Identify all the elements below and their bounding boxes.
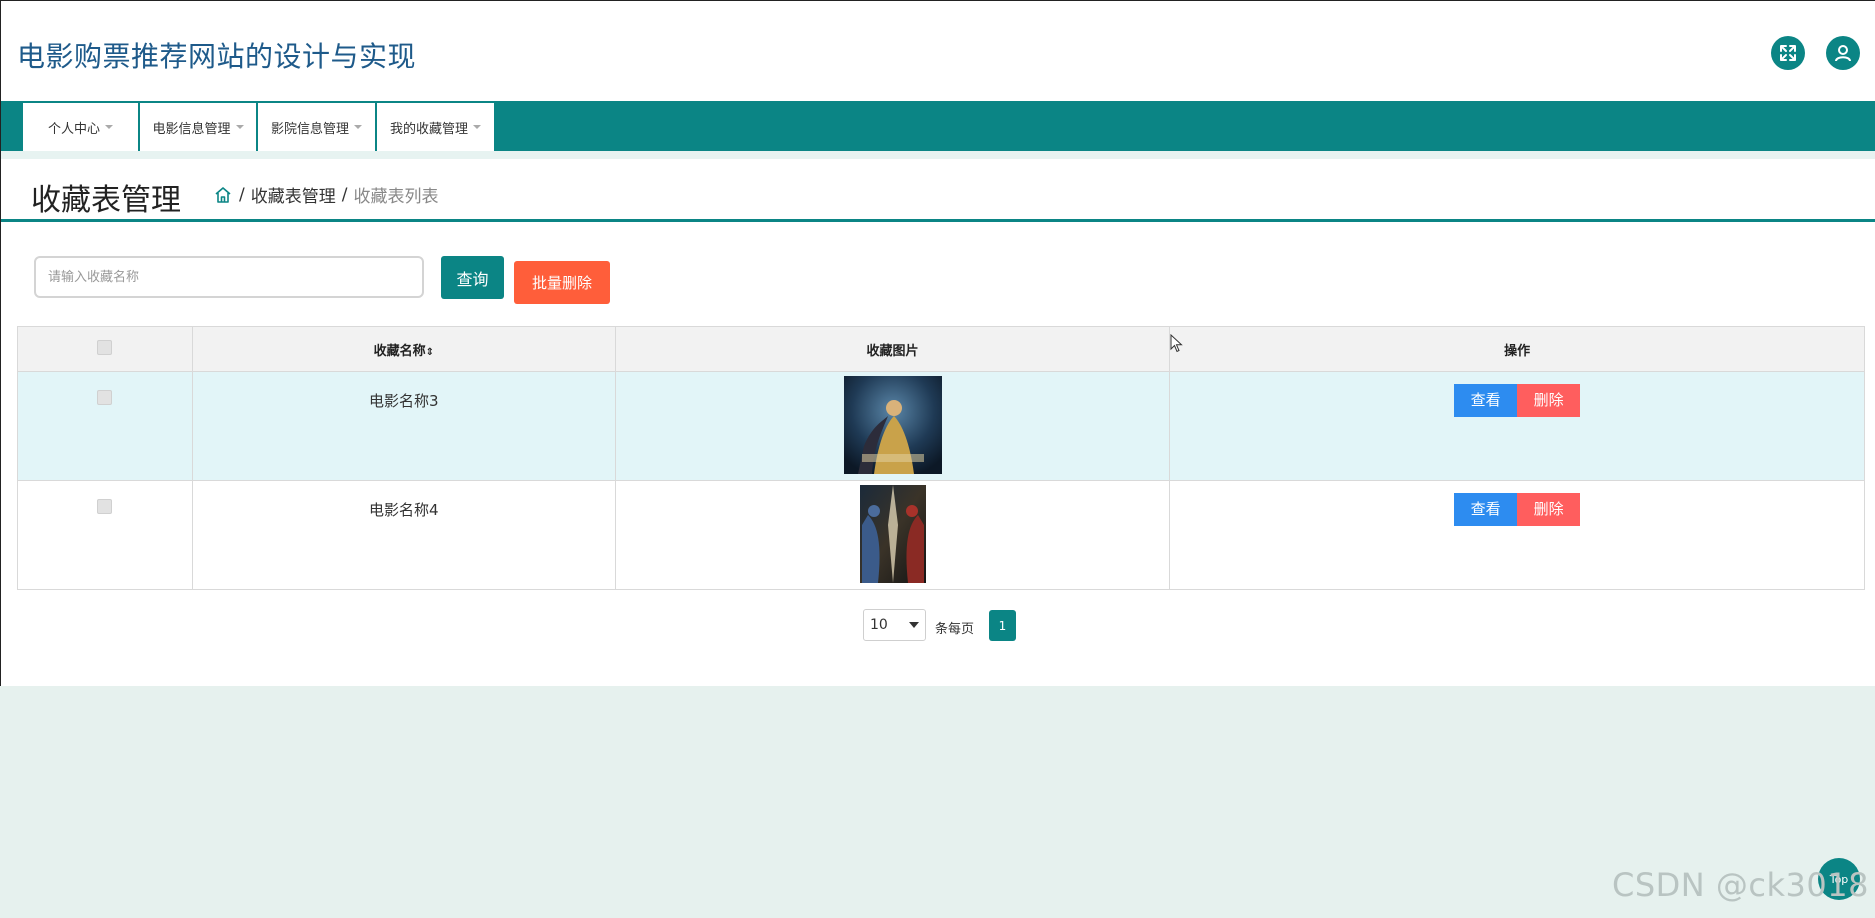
- title-divider: [1, 219, 1875, 222]
- per-page-label: 条每页: [935, 622, 975, 637]
- delete-button[interactable]: 删除: [1517, 493, 1581, 526]
- nav-item-movie-info[interactable]: 电影信息管理: [140, 103, 257, 151]
- batch-delete-button[interactable]: 批量删除: [514, 261, 610, 304]
- page-title: 收藏表管理: [31, 183, 181, 218]
- caret-down-icon: [354, 125, 362, 129]
- page-size-value: 10: [870, 617, 888, 633]
- select-all-header: [17, 326, 193, 372]
- favorites-table: 收藏名称⇕ 收藏图片 操作 电影名称3 查看 删除 电影名称4 查看 删除: [17, 326, 1865, 590]
- actions-cell: 查看 删除: [1169, 480, 1865, 590]
- movie-poster-image: [843, 376, 942, 474]
- header: 电影购票推荐网站的设计与实现: [1, 1, 1875, 101]
- actions-cell: 查看 删除: [1169, 371, 1865, 481]
- fullscreen-icon: [1780, 45, 1796, 61]
- favorite-image-cell: [614, 480, 1171, 590]
- favorite-image-cell: [614, 371, 1171, 481]
- row-checkbox[interactable]: [97, 499, 113, 514]
- watermark: CSDN @ck3018: [1612, 866, 1869, 904]
- nav-divider: [1, 151, 1875, 159]
- row-checkbox-cell: [17, 371, 193, 481]
- sort-icon[interactable]: ⇕: [426, 347, 434, 358]
- breadcrumb-separator: /: [239, 184, 245, 205]
- nav-item-label: 影院信息管理: [270, 121, 349, 137]
- column-header-actions: 操作: [1169, 326, 1865, 372]
- favorite-name: 电影名称3: [191, 371, 616, 481]
- breadcrumb-current: 收藏表列表: [353, 187, 439, 207]
- row-checkbox-cell: [17, 480, 193, 590]
- nav-item-label: 电影信息管理: [152, 121, 231, 137]
- delete-button[interactable]: 删除: [1517, 384, 1581, 417]
- fullscreen-button[interactable]: [1771, 36, 1805, 70]
- search-input[interactable]: [34, 256, 424, 298]
- favorite-name: 电影名称4: [191, 480, 616, 590]
- caret-down-icon: [235, 125, 244, 129]
- home-icon[interactable]: [213, 185, 233, 205]
- nav-item-cinema-info[interactable]: 影院信息管理: [258, 103, 376, 151]
- table-row: 电影名称3 查看 删除: [17, 371, 1865, 481]
- nav-item-personal-center[interactable]: 个人中心: [23, 103, 139, 151]
- chevron-down-icon: [909, 622, 919, 628]
- movie-poster-image: [859, 485, 926, 583]
- user-icon: [1835, 45, 1851, 62]
- breadcrumb-separator: /: [341, 184, 348, 205]
- caret-down-icon: [473, 125, 481, 129]
- navbar: 个人中心 电影信息管理 影院信息管理 我的收藏管理: [1, 101, 1875, 151]
- breadcrumb: / 收藏表管理 / 收藏表列表: [213, 182, 438, 207]
- nav-item-label: 个人中心: [47, 121, 100, 137]
- user-button[interactable]: [1826, 36, 1860, 70]
- page-number-button[interactable]: 1: [989, 610, 1016, 641]
- row-checkbox[interactable]: [97, 390, 113, 405]
- table-header-row: 收藏名称⇕ 收藏图片 操作: [17, 326, 1865, 372]
- breadcrumb-section[interactable]: 收藏表管理: [251, 182, 336, 207]
- nav-item-my-favorites[interactable]: 我的收藏管理: [377, 103, 495, 151]
- select-all-checkbox[interactable]: [97, 339, 113, 355]
- view-button[interactable]: 查看: [1454, 493, 1518, 526]
- caret-down-icon: [105, 125, 113, 129]
- table-row: 电影名称4 查看 删除: [17, 480, 1865, 590]
- mouse-cursor-icon: [1170, 334, 1183, 353]
- column-header-image: 收藏图片: [614, 326, 1171, 372]
- view-button[interactable]: 查看: [1454, 384, 1518, 417]
- site-title: 电影购票推荐网站的设计与实现: [17, 40, 417, 73]
- query-button[interactable]: 查询: [441, 256, 504, 299]
- nav-item-label: 我的收藏管理: [389, 121, 468, 137]
- main-page: 电影购票推荐网站的设计与实现 个人中心 电影信息管理 影院信息管理 我的收藏管理…: [0, 0, 1875, 686]
- column-header-name[interactable]: 收藏名称⇕: [191, 326, 616, 372]
- page-size-select[interactable]: 10: [863, 609, 926, 641]
